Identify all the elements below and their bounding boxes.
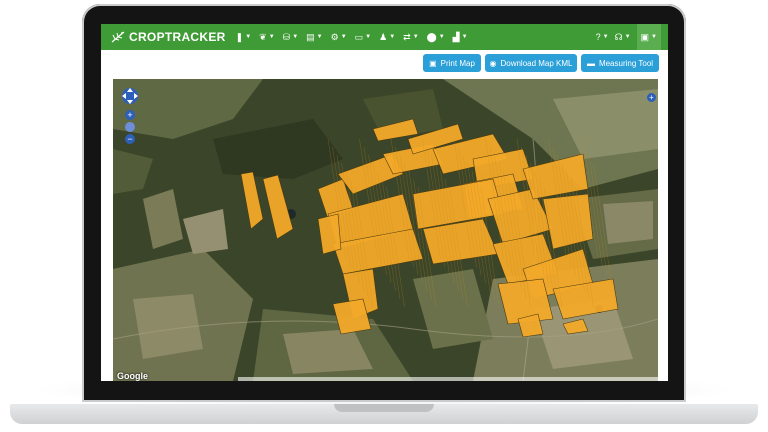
caret-down-icon: ▼ (316, 34, 323, 40)
account-icon: ▣ (640, 31, 650, 42)
field-polygon[interactable] (317, 213, 342, 255)
headset-icon: ☊ (614, 31, 623, 42)
zoom-slider-icon[interactable] (125, 122, 135, 132)
field-polygon[interactable] (522, 153, 589, 200)
pin-menu[interactable]: ⬤ ▼ (427, 32, 445, 43)
caret-down-icon: ▼ (292, 34, 299, 40)
caret-down-icon: ▼ (602, 34, 609, 40)
caret-down-icon: ▼ (365, 34, 372, 40)
field-polygon[interactable] (562, 318, 589, 335)
zoom-out-icon[interactable]: − (125, 134, 135, 144)
account-menu[interactable]: ▣ ▼ (636, 24, 661, 50)
chart-icon: ▟ (452, 31, 460, 42)
bookmark-icon: ❚ (235, 31, 244, 42)
gear-icon: ⚙ (330, 31, 339, 42)
transfer-icon: ⇄ (403, 31, 411, 42)
download-kml-button[interactable]: ◉ Download Map KML (485, 54, 577, 72)
download-kml-label: Download Map KML (500, 58, 573, 68)
building-icon: ▤ (306, 31, 315, 42)
caret-down-icon: ▼ (461, 34, 468, 40)
brand-name: CROPTRACKER (129, 30, 226, 44)
truck-icon: ▭ (354, 31, 364, 42)
leaf-menu[interactable]: ❦ ▼ (259, 32, 275, 43)
print-icon: ▣ (429, 58, 437, 68)
chart-menu[interactable]: ▟ ▼ (453, 32, 468, 43)
field-polygon[interactable] (240, 171, 264, 230)
leaf-icon: ❦ (259, 31, 267, 42)
measuring-tool-label: Measuring Tool (598, 58, 654, 68)
pin-icon: ⬤ (426, 31, 437, 42)
layer-toggle-icon[interactable]: + (647, 93, 656, 102)
nav-right-menu: ? ▼ ☊ ▼ ▣ ▼ (593, 24, 664, 50)
headset-menu[interactable]: ☊ ▼ (615, 32, 631, 43)
croptracker-logo[interactable]: CROPTRACKER (111, 30, 226, 44)
user-menu[interactable]: ♟ ▼ (379, 32, 395, 43)
map-attribution-bar (238, 377, 658, 381)
top-navbar: CROPTRACKER ❚ ▼ ❦ ▼ ⛁ ▼ ▤ ▼ ⚙ ▼ ▭ ▼ ♟ ▼ ⇄ ▼ ⬤ ▼ ▟ ▼ ? ▼ ☊ ▼ ▣ ▼ (101, 24, 668, 50)
building-menu[interactable]: ▤ ▼ (306, 32, 322, 43)
caret-down-icon: ▼ (412, 34, 419, 40)
google-attribution: Google (117, 371, 148, 381)
field-row-line (588, 154, 608, 276)
leaf-logo-icon (111, 31, 125, 43)
nav-menu: ❚ ▼ ❦ ▼ ⛁ ▼ ▤ ▼ ⚙ ▼ ▭ ▼ ♟ ▼ ⇄ ▼ ⬤ ▼ ▟ ▼ (232, 32, 472, 43)
ruler-icon: ▬ (586, 58, 595, 68)
basket-icon: ⛁ (282, 31, 291, 42)
field-row-line (593, 162, 612, 284)
laptop-notch (334, 404, 434, 412)
field-boundaries (240, 118, 619, 338)
field-polygon[interactable] (262, 174, 294, 240)
caret-down-icon: ▼ (651, 34, 657, 40)
caret-down-icon: ▼ (268, 34, 275, 40)
bookmark-menu[interactable]: ❚ ▼ (236, 32, 252, 43)
caret-down-icon: ▼ (624, 34, 631, 40)
caret-down-icon: ▼ (389, 34, 396, 40)
print-map-button[interactable]: ▣ Print Map (423, 54, 481, 72)
caret-down-icon: ▼ (438, 34, 445, 40)
satellite-map[interactable]: + − + Google (113, 79, 658, 381)
help-menu[interactable]: ? ▼ (596, 32, 609, 42)
basket-menu[interactable]: ⛁ ▼ (283, 32, 299, 43)
measuring-tool-button[interactable]: ▬ Measuring Tool (581, 54, 659, 72)
pan-control-icon[interactable] (120, 85, 140, 107)
app-screen: CROPTRACKER ❚ ▼ ❦ ▼ ⛁ ▼ ▤ ▼ ⚙ ▼ ▭ ▼ ♟ ▼ ⇄ ▼ ⬤ ▼ ▟ ▼ ? ▼ ☊ ▼ ▣ ▼ … (101, 24, 668, 381)
caret-down-icon: ▼ (340, 34, 347, 40)
map-toolbar: ▣ Print Map ◉ Download Map KML ▬ Measuri… (101, 50, 668, 78)
transfer-menu[interactable]: ⇄ ▼ (403, 32, 419, 43)
field-polygon[interactable] (372, 118, 419, 142)
user-icon: ♟ (379, 31, 388, 42)
zoom-in-icon[interactable]: + (125, 110, 135, 120)
map-controls (120, 85, 140, 112)
gear-menu[interactable]: ⚙ ▼ (331, 32, 347, 43)
caret-down-icon: ▼ (245, 34, 252, 40)
help-icon: ? (595, 32, 601, 42)
download-icon: ◉ (489, 58, 497, 68)
truck-menu[interactable]: ▭ ▼ (355, 32, 371, 43)
print-map-label: Print Map (440, 58, 475, 68)
